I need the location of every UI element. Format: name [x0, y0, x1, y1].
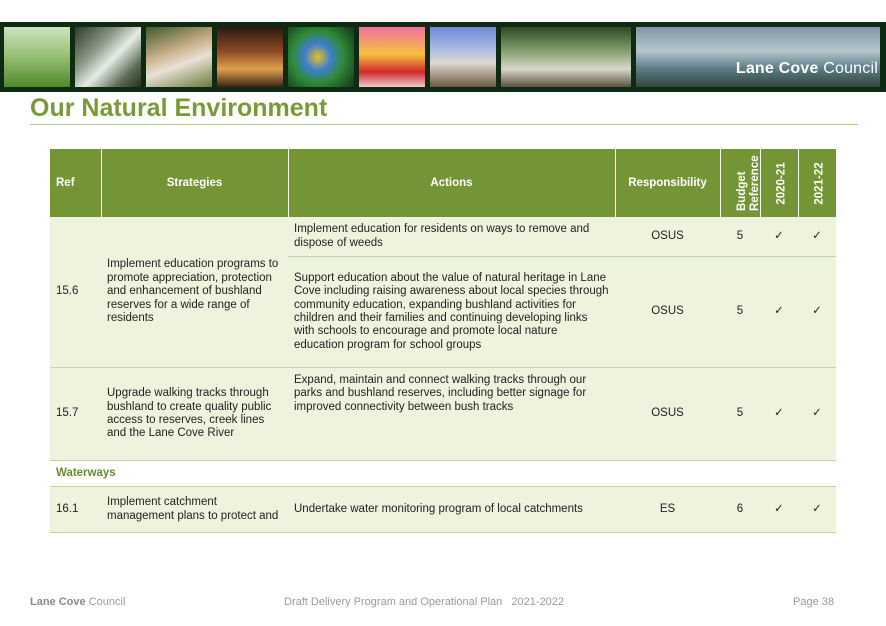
table-header-row: Ref Strategies Actions Responsibility Bu…: [50, 149, 836, 217]
check-2021-22: ✓: [798, 256, 836, 368]
check-2020-21: ✓: [760, 367, 798, 461]
brand-light: Council: [823, 60, 878, 77]
action-cell: Undertake water monitoring program of lo…: [288, 486, 615, 533]
check-2021-22: ✓: [798, 217, 836, 257]
outdoor-market-photo: [501, 27, 631, 87]
dancers-photo: [146, 27, 212, 87]
action-cell: Implement education for residents on way…: [288, 217, 615, 257]
year1-header-text: 2020-21: [775, 161, 788, 205]
col-header-2020-21: 2020-21: [760, 149, 799, 217]
col-header-2021-22: 2021-22: [798, 149, 836, 217]
budget-cell: 5: [720, 256, 760, 368]
budget-header-text: Budget Reference: [735, 155, 761, 211]
council-brand: Lane Cove Council: [736, 60, 878, 78]
action-cell: Expand, maintain and connect walking tra…: [288, 367, 615, 461]
responsibility-cell: ES: [615, 486, 720, 533]
strategy-cell: Implement catchment management plans to …: [101, 486, 288, 533]
table-row: 16.1 Implement catchment management plan…: [50, 486, 836, 533]
check-2020-21: ✓: [760, 486, 798, 533]
section-heading-waterways: Waterways: [50, 460, 836, 487]
check-2021-22: ✓: [798, 367, 836, 461]
performer-photo: [359, 27, 425, 87]
col-header-actions: Actions: [288, 149, 616, 217]
table-row: 15.7 Upgrade walking tracks through bush…: [50, 367, 836, 461]
strategy-cell: Implement education programs to promote …: [101, 217, 288, 368]
check-2021-22: ✓: [798, 486, 836, 533]
col-header-responsibility: Responsibility: [615, 149, 721, 217]
action-cell: Support education about the value of nat…: [288, 256, 615, 368]
building-photo: [430, 27, 496, 87]
golf-course-photo: [4, 27, 70, 87]
responsibility-cell: OSUS: [615, 367, 720, 461]
year2-header-text: 2021-22: [813, 161, 826, 205]
harbour-photo: [636, 27, 880, 87]
col-header-strategies: Strategies: [101, 149, 289, 217]
budget-cell: 5: [720, 367, 760, 461]
responsibility-cell: OSUS: [615, 256, 720, 368]
table-row: 15.6 Implement education programs to pro…: [50, 217, 836, 368]
budget-cell: 5: [720, 217, 760, 257]
budget-cell: 6: [720, 486, 760, 533]
ref-cell: 16.1: [50, 486, 101, 533]
check-2020-21: ✓: [760, 256, 798, 368]
header-banner: Lane Cove Council: [0, 22, 886, 92]
footer-org-light: Council: [88, 596, 126, 608]
footer-doc-title: Draft Delivery Program and Operational P…: [284, 596, 565, 608]
strategy-cell: Upgrade walking tracks through bushland …: [101, 367, 288, 461]
title-divider: [30, 124, 858, 125]
footer-org-bold: Lane Cove: [30, 596, 86, 608]
strategy-table: Ref Strategies Actions Responsibility Bu…: [50, 149, 836, 533]
col-header-budget: Budget Reference: [720, 149, 761, 217]
street-dining-photo: [217, 27, 283, 87]
footer-page-number: Page 38: [793, 596, 834, 608]
brand-bold: Lane Cove: [735, 60, 819, 77]
col-header-ref: Ref: [50, 149, 102, 217]
footer-org: Lane Cove Council: [30, 596, 125, 608]
creek-photo: [75, 27, 141, 87]
page-title: Our Natural Environment: [30, 94, 328, 122]
responsibility-cell: OSUS: [615, 217, 720, 257]
check-2020-21: ✓: [760, 217, 798, 257]
parrot-photo: [288, 27, 354, 87]
section-row: Waterways: [50, 460, 836, 487]
ref-cell: 15.7: [50, 367, 101, 461]
ref-cell: 15.6: [50, 217, 101, 368]
